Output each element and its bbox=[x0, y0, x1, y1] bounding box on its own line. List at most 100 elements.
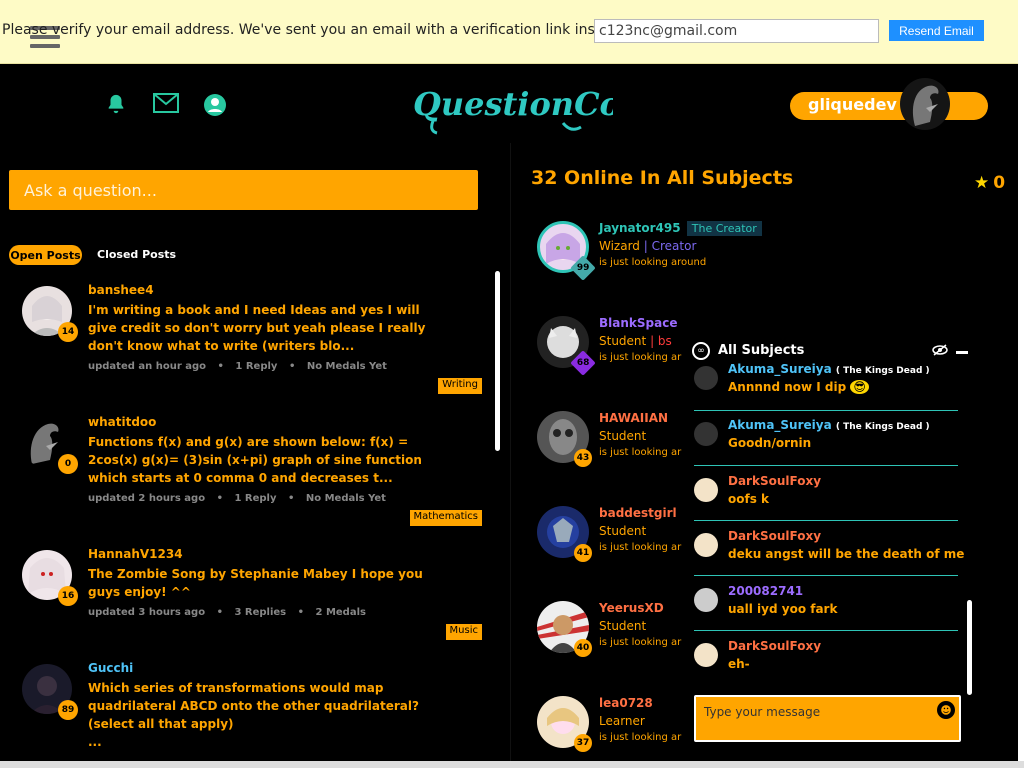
chat-avatar[interactable] bbox=[694, 366, 718, 390]
chat-message: DarkSoulFoxy oofs k bbox=[694, 474, 958, 532]
post-text[interactable]: Functions f(x) and g(x) are shown below:… bbox=[88, 433, 448, 487]
mail-icon[interactable] bbox=[152, 93, 180, 117]
chat-window: ∞ All Subjects Akuma_Sureiya ( The Kings… bbox=[690, 338, 972, 748]
tab-open-posts[interactable]: Open Posts bbox=[9, 245, 82, 265]
post-text[interactable]: Which series of transformations would ma… bbox=[88, 679, 448, 733]
chat-message: DarkSoulFoxy eh- bbox=[694, 639, 958, 697]
online-username[interactable]: YeerusXD bbox=[599, 601, 664, 615]
online-status: is just looking ar bbox=[599, 542, 682, 553]
site-logo[interactable]: QuestionCove bbox=[413, 79, 660, 135]
subject-tag[interactable]: Mathematics bbox=[409, 510, 482, 526]
chat-username[interactable]: Akuma_Sureiya ( The Kings Dead ) bbox=[728, 362, 930, 376]
online-username[interactable]: HAWAIIAN bbox=[599, 411, 668, 425]
post-medals: 2 Medals bbox=[315, 607, 366, 618]
subject-tag[interactable]: Writing bbox=[438, 378, 482, 394]
post-item[interactable]: 14 banshee4 I'm writing a book and I nee… bbox=[22, 283, 482, 396]
site-header: QuestionCove gliquedev bbox=[0, 65, 1018, 143]
chat-avatar[interactable] bbox=[694, 478, 718, 502]
online-username[interactable]: BlankSpace bbox=[599, 316, 677, 330]
post-text[interactable]: I'm writing a book and I need Ideas and … bbox=[88, 301, 448, 355]
online-role: Wizard | Creator bbox=[599, 239, 697, 253]
chat-username[interactable]: DarkSoulFoxy bbox=[728, 529, 821, 543]
post-username[interactable]: banshee4 bbox=[88, 283, 154, 297]
posts-panel: Ask a question... Open Posts Closed Post… bbox=[0, 143, 510, 768]
post-updated: updated 2 hours ago bbox=[88, 493, 206, 504]
online-status: is just looking ar bbox=[599, 352, 682, 363]
online-status: is just looking ar bbox=[599, 732, 682, 743]
post-username[interactable]: whatitdoo bbox=[88, 415, 156, 429]
chat-avatar[interactable] bbox=[694, 422, 718, 446]
chat-text: Annnnd now I dip 😎 bbox=[728, 380, 869, 394]
chat-username[interactable]: DarkSoulFoxy bbox=[728, 639, 821, 653]
page-scrollbar[interactable] bbox=[1018, 0, 1024, 768]
chat-avatar[interactable] bbox=[694, 643, 718, 667]
chat-avatar[interactable] bbox=[694, 533, 718, 557]
chat-avatar[interactable] bbox=[694, 588, 718, 612]
chat-message: Akuma_Sureiya ( The Kings Dead ) Goodn/o… bbox=[694, 418, 958, 476]
post-text[interactable]: The Zombie Song by Stephanie Mabey I hop… bbox=[88, 565, 448, 601]
infinity-icon: ∞ bbox=[692, 342, 710, 360]
level-badge: 37 bbox=[574, 734, 592, 752]
level-badge: 41 bbox=[574, 544, 592, 562]
medal-count: 0 bbox=[993, 173, 1006, 193]
post-updated: updated an hour ago bbox=[88, 361, 207, 372]
chat-text: eh- bbox=[728, 657, 750, 671]
chat-message-input[interactable]: Type your message ☻ bbox=[694, 695, 961, 742]
online-title: 32 Online In All Subjects bbox=[531, 167, 794, 189]
user-avatar[interactable] bbox=[900, 78, 950, 130]
chat-header[interactable]: ∞ All Subjects bbox=[690, 338, 970, 364]
post-updated: updated 3 hours ago bbox=[88, 607, 206, 618]
level-badge: 43 bbox=[574, 449, 592, 467]
bell-icon[interactable] bbox=[104, 93, 128, 117]
chat-username[interactable]: DarkSoulFoxy bbox=[728, 474, 821, 488]
online-role: Student bbox=[599, 619, 647, 633]
verify-email-banner: Please verify your email address. We've … bbox=[0, 0, 1018, 64]
emoji-picker-icon[interactable]: ☻ bbox=[937, 701, 955, 719]
chat-divider bbox=[694, 630, 958, 631]
level-badge: 16 bbox=[58, 586, 78, 606]
online-username[interactable]: baddestgirl bbox=[599, 506, 677, 520]
user-menu[interactable]: gliquedev bbox=[790, 78, 988, 130]
posts-scrollbar[interactable] bbox=[495, 271, 500, 451]
chat-message: 200082741 uall iyd yoo fark bbox=[694, 584, 958, 642]
chat-username[interactable]: Akuma_Sureiya ( The Kings Dead ) bbox=[728, 418, 930, 432]
level-badge: 40 bbox=[574, 639, 592, 657]
hide-eye-icon[interactable] bbox=[932, 344, 948, 359]
verify-email-field[interactable] bbox=[594, 19, 879, 43]
chat-divider bbox=[694, 465, 958, 466]
post-medals: No Medals Yet bbox=[305, 493, 386, 504]
ask-question-input[interactable]: Ask a question... bbox=[9, 170, 478, 210]
resend-email-button[interactable]: Resend Email bbox=[889, 20, 984, 41]
post-medals: No Medals Yet bbox=[306, 361, 387, 372]
post-item[interactable]: 89 Gucchi Which series of transformation… bbox=[22, 661, 482, 764]
verify-message: Please verify your email address. We've … bbox=[2, 22, 621, 38]
cool-emoji-icon: 😎 bbox=[850, 380, 869, 394]
horizontal-scrollbar[interactable] bbox=[0, 761, 1024, 768]
chat-username[interactable]: 200082741 bbox=[728, 584, 803, 598]
post-item[interactable]: 16 HannahV1234 The Zombie Song by Stepha… bbox=[22, 547, 482, 650]
online-role: Student bbox=[599, 524, 647, 538]
post-meta: updated 3 hours ago • 3 Replies • 2 Meda… bbox=[88, 607, 366, 618]
post-replies: 1 Reply bbox=[234, 493, 277, 504]
subject-tag[interactable]: Music bbox=[445, 624, 482, 640]
chat-divider bbox=[694, 575, 958, 576]
tab-closed-posts[interactable]: Closed Posts bbox=[97, 248, 176, 261]
chat-scrollbar[interactable] bbox=[967, 600, 972, 695]
post-username[interactable]: Gucchi bbox=[88, 661, 133, 675]
post-username[interactable]: HannahV1234 bbox=[88, 547, 183, 561]
chat-text: uall iyd yoo fark bbox=[728, 602, 838, 616]
online-status: is just looking ar bbox=[599, 447, 682, 458]
chat-text: deku angst will be the death of me bbox=[728, 547, 965, 561]
post-item[interactable]: 0 whatitdoo Functions f(x) and g(x) are … bbox=[22, 415, 482, 528]
online-role: Learner bbox=[599, 714, 645, 728]
chat-divider bbox=[694, 520, 958, 521]
online-username[interactable]: Jaynator495 The Creator bbox=[599, 221, 762, 236]
creator-badge: The Creator bbox=[686, 221, 762, 236]
online-role: Student | bs bbox=[599, 334, 672, 348]
online-user[interactable]: 99 Jaynator495 The Creator Wizard | Crea… bbox=[537, 221, 762, 281]
online-username[interactable]: lea0728 bbox=[599, 696, 653, 710]
level-badge: 89 bbox=[58, 700, 78, 720]
minimize-icon[interactable] bbox=[956, 351, 968, 354]
profile-icon[interactable] bbox=[203, 93, 227, 117]
medal-counter[interactable]: ★ 0 bbox=[974, 173, 1005, 193]
